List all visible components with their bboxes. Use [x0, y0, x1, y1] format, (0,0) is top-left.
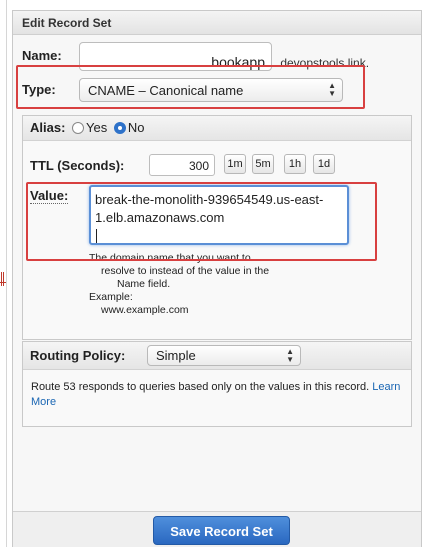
edit-record-set-panel: Edit Record Set Name: bookapp .devopstoo… — [12, 10, 422, 547]
alias-row: Alias: Yes No — [23, 116, 411, 141]
routing-policy-label: Routing Policy: — [30, 348, 126, 363]
routing-description-text: Route 53 responds to queries based only … — [31, 381, 370, 393]
routing-select-arrows-icon: ▲ ▼ — [286, 347, 294, 364]
alias-label: Alias: — [30, 120, 66, 135]
help-line-3: Name field. — [117, 278, 171, 290]
routing-policy-section: Routing Policy: Simple ▲ ▼ Route 53 respo… — [22, 341, 412, 427]
routing-policy-value: Simple — [156, 348, 196, 363]
type-highlight-box — [16, 65, 365, 109]
routing-policy-row: Routing Policy: Simple ▲ ▼ — [23, 342, 411, 370]
panel-footer: Save Record Set — [13, 511, 421, 547]
value-help-text: The domain name that you want to resolve… — [89, 252, 329, 317]
ttl-input[interactable]: 300 — [149, 154, 215, 176]
example-value: www.example.com — [101, 304, 189, 316]
routing-policy-select[interactable]: Simple ▲ ▼ — [147, 345, 301, 366]
name-label: Name: — [22, 48, 62, 63]
ttl-1h-button[interactable]: 1h — [284, 154, 306, 174]
example-label: Example: — [89, 291, 133, 303]
alias-no-radio[interactable] — [113, 122, 126, 134]
resize-handle-line — [0, 282, 6, 283]
value-highlight-box — [26, 182, 377, 261]
alias-yes-radio[interactable] — [72, 122, 85, 134]
ttl-1m-button[interactable]: 1m — [224, 154, 246, 174]
alias-no-label: No — [127, 120, 145, 135]
ttl-1d-button[interactable]: 1d — [313, 154, 335, 174]
alias-yes-label: Yes — [86, 120, 108, 135]
left-edge-strip — [0, 0, 7, 547]
help-line-2: resolve to instead of the value in the — [101, 265, 270, 277]
panel-title: Edit Record Set — [13, 11, 421, 35]
save-record-set-button[interactable]: Save Record Set — [153, 516, 290, 545]
ttl-label: TTL (Seconds): — [30, 158, 125, 173]
ttl-5m-button[interactable]: 5m — [252, 154, 274, 174]
routing-description: Route 53 responds to queries based only … — [23, 370, 411, 420]
resize-handle-icon[interactable] — [1, 272, 4, 286]
